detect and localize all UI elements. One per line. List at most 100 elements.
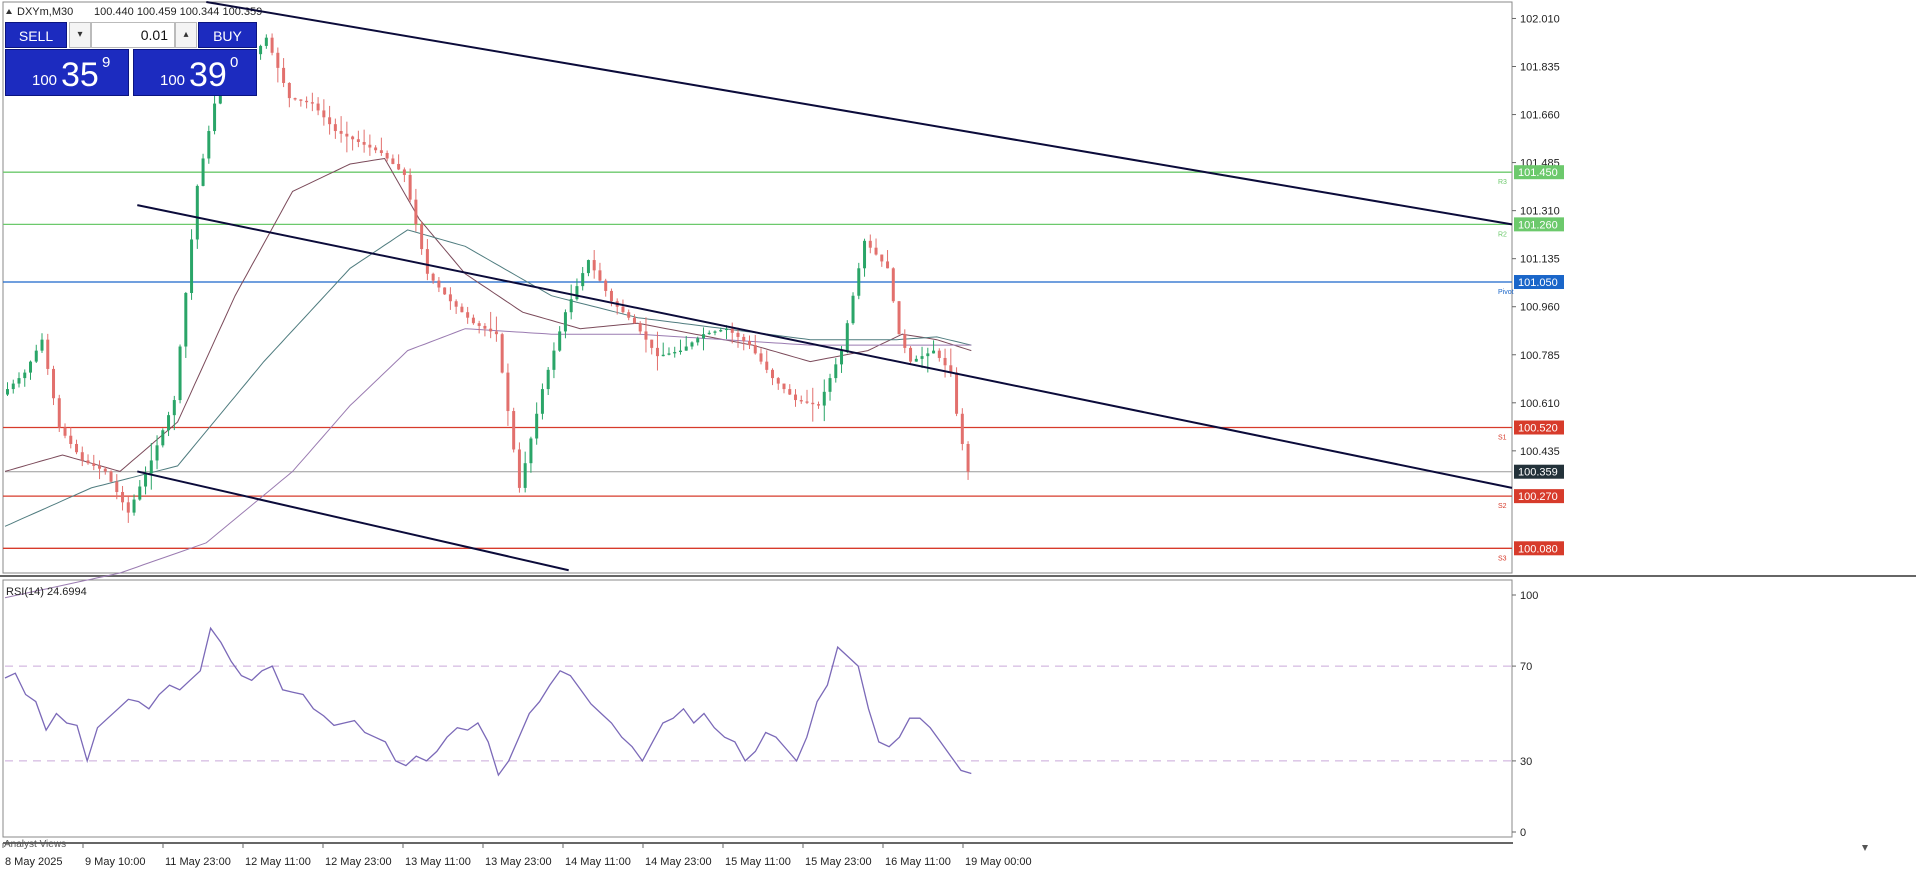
candle-body bbox=[195, 185, 199, 240]
candle-body bbox=[322, 110, 326, 118]
candle-body bbox=[391, 158, 395, 164]
candle-body bbox=[914, 358, 918, 362]
candle-body bbox=[385, 152, 389, 159]
candle-body bbox=[466, 312, 470, 318]
candle-body bbox=[184, 292, 188, 347]
rsi-tick-label: 0 bbox=[1520, 827, 1526, 839]
candle-body bbox=[529, 438, 533, 464]
sell-button[interactable]: SELL bbox=[5, 22, 67, 48]
candle-body bbox=[109, 471, 113, 482]
candle-body bbox=[730, 328, 734, 333]
time-tick-label: 9 May 10:00 bbox=[85, 856, 146, 868]
level-tag-label: 101.260 bbox=[1518, 219, 1558, 231]
candle-body bbox=[155, 445, 159, 461]
candle-body bbox=[293, 98, 297, 100]
candle-body bbox=[6, 389, 9, 395]
candle-body bbox=[661, 354, 665, 357]
time-tick-label: 13 May 11:00 bbox=[405, 856, 471, 868]
candle-body bbox=[604, 280, 608, 291]
time-tick-label: 14 May 23:00 bbox=[645, 856, 712, 868]
candle-body bbox=[489, 328, 493, 332]
candle-body bbox=[586, 260, 590, 274]
candle-body bbox=[822, 391, 826, 406]
level-tag-pivot: 101.050 bbox=[1514, 275, 1564, 290]
candle-body bbox=[23, 372, 27, 379]
price-chart[interactable]: DXYm,M30 100.440 100.459 100.344 100.359… bbox=[0, 0, 1916, 874]
candle-body bbox=[540, 389, 544, 414]
candle-body bbox=[707, 332, 711, 335]
candle-body bbox=[874, 247, 878, 255]
level-tag-label: 100.270 bbox=[1518, 491, 1558, 503]
candle-body bbox=[546, 369, 550, 390]
time-tick-label: 15 May 23:00 bbox=[805, 856, 872, 868]
candle-body bbox=[920, 356, 924, 359]
level-tag-label: 100.520 bbox=[1518, 423, 1558, 435]
candle-body bbox=[943, 357, 947, 366]
candle-body bbox=[719, 330, 723, 332]
candle-body bbox=[282, 67, 286, 83]
candle-body bbox=[650, 339, 654, 348]
candle-body bbox=[270, 37, 274, 53]
buy-button[interactable]: BUY bbox=[198, 22, 257, 48]
lot-size-input[interactable] bbox=[91, 22, 175, 48]
candle-body bbox=[161, 430, 165, 446]
price-axis: 102.010101.835101.660101.485101.310101.1… bbox=[1512, 13, 1560, 458]
candle-body bbox=[471, 317, 475, 324]
candle-body bbox=[955, 372, 959, 414]
lot-decrease-button[interactable]: ▾ bbox=[69, 22, 91, 48]
candle-body bbox=[765, 361, 769, 370]
candle-body bbox=[690, 342, 694, 347]
buy-price-fraction: 0 bbox=[230, 54, 239, 71]
candle-body bbox=[138, 486, 142, 500]
candle-body bbox=[788, 389, 792, 395]
candle-body bbox=[724, 328, 728, 331]
candle-body bbox=[63, 427, 67, 436]
candle-body bbox=[673, 352, 677, 354]
current-price-label: 100.359 bbox=[1518, 467, 1558, 479]
candle-body bbox=[172, 400, 176, 416]
candle-body bbox=[431, 273, 435, 281]
symbol-timeframe: DXYm,M30 bbox=[17, 6, 73, 18]
candle-body bbox=[897, 301, 901, 335]
candle-body bbox=[213, 103, 217, 132]
candle-body bbox=[57, 398, 61, 428]
candle-body bbox=[903, 334, 907, 348]
candle-body bbox=[799, 400, 803, 402]
price-tick-label: 100.960 bbox=[1520, 302, 1560, 314]
candle-body bbox=[178, 346, 182, 401]
level-name-pivot: Pivot bbox=[1498, 289, 1514, 296]
candle-body bbox=[356, 139, 360, 143]
time-tick-label: 12 May 11:00 bbox=[245, 856, 311, 868]
candle-body bbox=[891, 268, 895, 302]
candle-body bbox=[696, 338, 700, 343]
candle-body bbox=[448, 294, 452, 302]
lot-increase-button[interactable]: ▴ bbox=[175, 22, 197, 48]
sell-price-quote[interactable]: 100 35 9 bbox=[5, 49, 129, 96]
candle-body bbox=[52, 368, 56, 399]
level-name-s2: S2 bbox=[1498, 503, 1507, 510]
candle-body bbox=[11, 383, 15, 390]
scroll-arrow-icon[interactable] bbox=[1862, 845, 1868, 851]
level-tag-label: 100.080 bbox=[1518, 543, 1558, 555]
level-name-r2: R2 bbox=[1498, 231, 1507, 238]
time-tick-label: 13 May 23:00 bbox=[485, 856, 552, 868]
level-tag-label: 101.050 bbox=[1518, 277, 1558, 289]
candle-body bbox=[345, 133, 349, 137]
candle-body bbox=[264, 37, 268, 46]
candle-body bbox=[115, 481, 119, 493]
price-tick-label: 102.010 bbox=[1520, 13, 1560, 25]
price-tick-label: 101.135 bbox=[1520, 254, 1560, 266]
analyst-views-tab[interactable]: Analyst Views bbox=[4, 839, 66, 850]
sell-price-handle: 100 bbox=[32, 72, 58, 89]
chart-header: DXYm,M30 100.440 100.459 100.344 100.359 bbox=[6, 6, 262, 18]
candle-body bbox=[523, 463, 527, 488]
candle-body bbox=[506, 372, 510, 412]
buy-price-quote[interactable]: 100 39 0 bbox=[133, 49, 257, 96]
candle-body bbox=[776, 378, 780, 384]
candle-body bbox=[414, 199, 418, 225]
time-tick-label: 14 May 11:00 bbox=[565, 856, 631, 868]
candle-body bbox=[362, 142, 366, 145]
candle-body bbox=[581, 273, 585, 287]
level-tag-label: 101.450 bbox=[1518, 167, 1558, 179]
candle-body bbox=[287, 82, 291, 99]
